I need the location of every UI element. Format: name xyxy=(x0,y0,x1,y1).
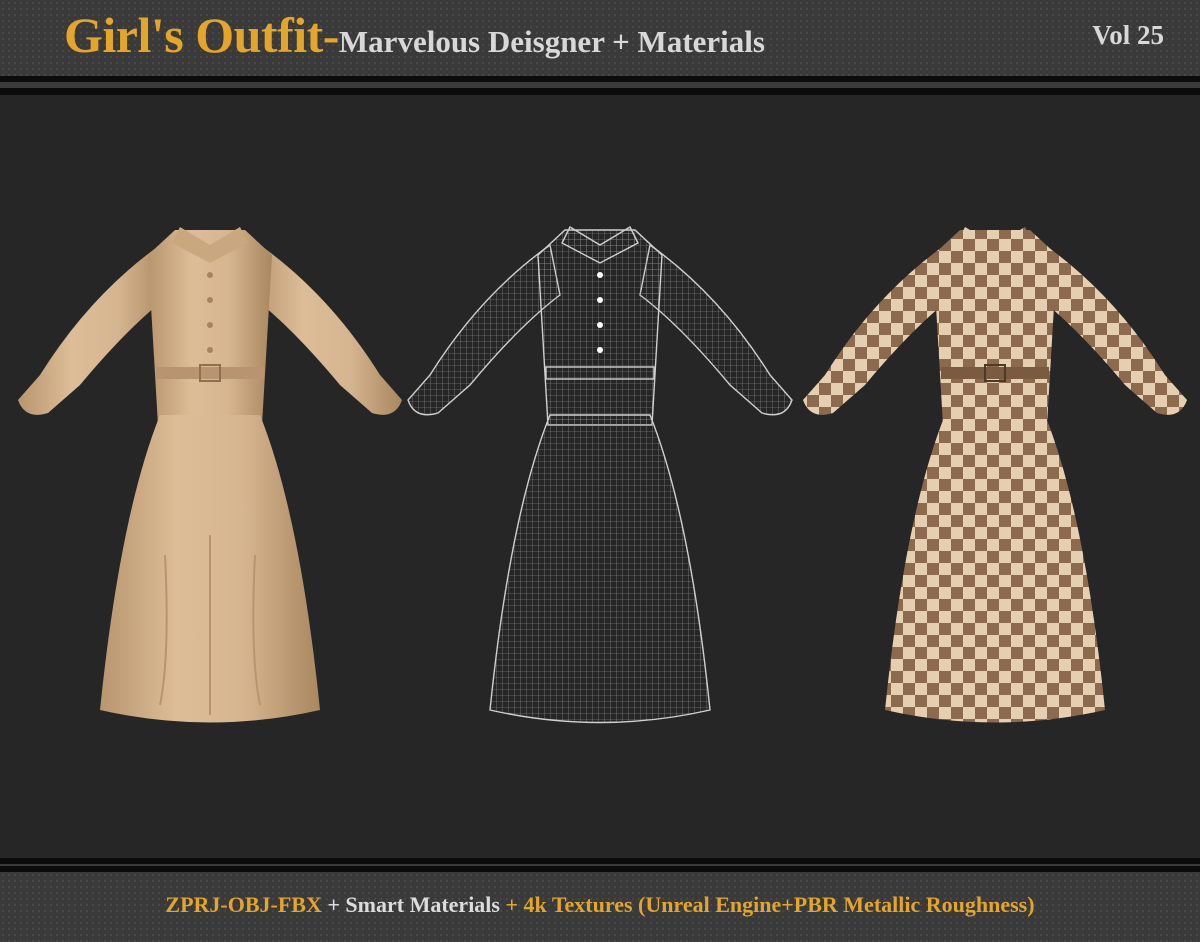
dress-shape-solid xyxy=(18,227,402,723)
header-bar: Girl's Outfit-Marvelous Deisgner + Mater… xyxy=(0,0,1200,76)
dress-render-solid xyxy=(18,227,402,723)
banner-title: Girl's Outfit-Marvelous Deisgner + Mater… xyxy=(64,6,765,64)
dress-shape-checker xyxy=(803,227,1187,723)
title-main: Girl's Outfit- xyxy=(64,7,339,63)
product-banner: Girl's Outfit-Marvelous Deisgner + Mater… xyxy=(0,0,1200,942)
volume-label: Vol 25 xyxy=(1092,20,1164,50)
title-sub: Marvelous Deisgner + Materials xyxy=(338,24,765,59)
tagline-smart-materials: Smart Materials xyxy=(345,892,500,917)
tagline-formats: ZPRJ-OBJ-FBX xyxy=(165,892,322,917)
tagline-textures: 4k Textures (Unreal Engine+PBR Metallic … xyxy=(523,892,1035,917)
dress-render-wireframe xyxy=(407,226,793,724)
header-divider-bottom xyxy=(0,88,1200,95)
tagline-plus-1: + xyxy=(321,892,346,917)
dress-shape-wireframe xyxy=(407,226,793,724)
tagline-plus-2: + xyxy=(499,892,524,917)
dress-render-checker xyxy=(803,227,1187,723)
format-tagline: ZPRJ-OBJ-FBX + Smart Materials + 4k Text… xyxy=(0,892,1200,918)
